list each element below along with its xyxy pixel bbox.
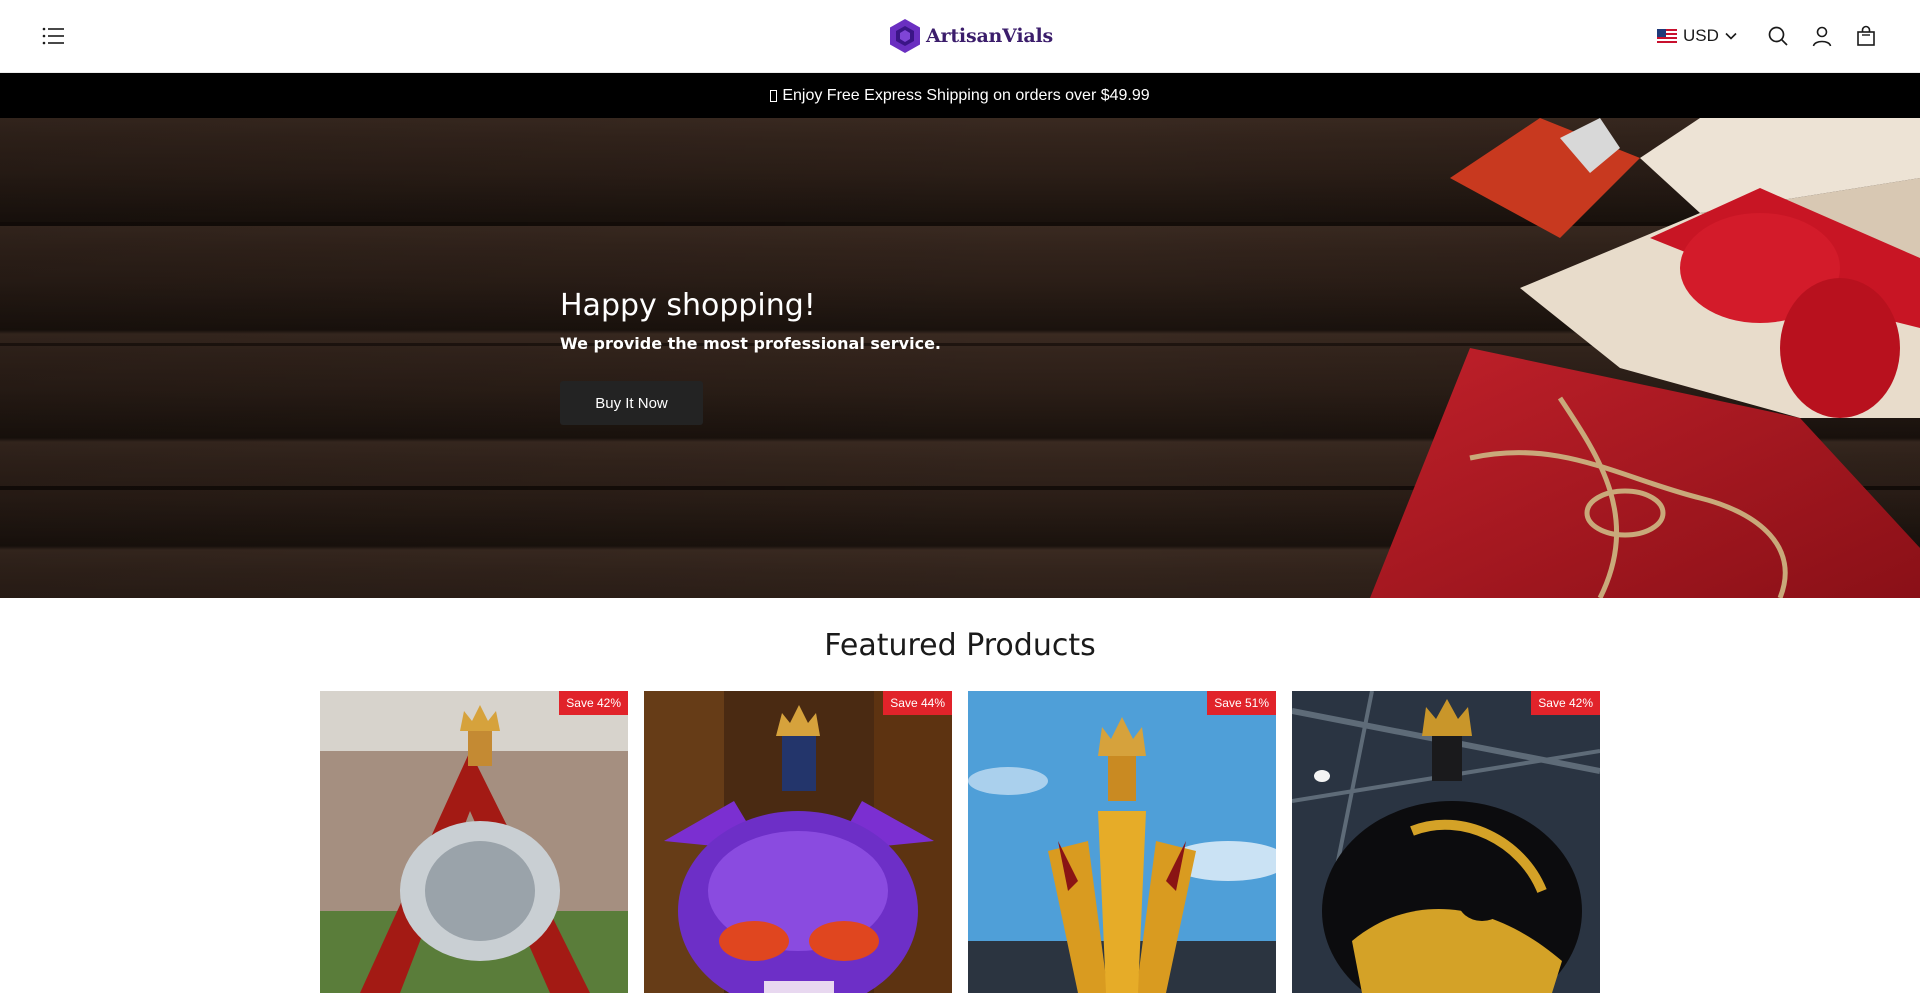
account-icon	[1812, 26, 1832, 47]
save-badge: Save 44%	[883, 691, 952, 715]
search-button[interactable]	[1766, 24, 1790, 48]
save-badge: Save 51%	[1207, 691, 1276, 715]
hero-background-image	[0, 118, 1920, 598]
menu-icon	[42, 27, 64, 45]
menu-button[interactable]	[40, 24, 68, 48]
account-button[interactable]	[1810, 24, 1834, 48]
announcement-bar: Enjoy Free Express Shipping on orders ov…	[0, 73, 1920, 118]
chevron-down-icon	[1725, 32, 1737, 40]
product-card[interactable]: Save 42%	[1292, 691, 1600, 993]
save-badge: Save 42%	[559, 691, 628, 715]
product-card[interactable]: Save 51%	[968, 691, 1276, 993]
product-image	[644, 691, 952, 993]
product-grid: Save 42% Save 44% Save 51% Save 42%	[320, 691, 1600, 993]
search-icon	[1768, 26, 1788, 46]
product-image	[320, 691, 628, 993]
product-card[interactable]: Save 42%	[320, 691, 628, 993]
missing-glyph-icon	[770, 89, 778, 102]
product-image	[968, 691, 1276, 993]
cart-icon	[1857, 25, 1875, 46]
buy-it-now-button[interactable]: Buy It Now	[560, 381, 703, 425]
product-image	[1292, 691, 1600, 993]
save-badge: Save 42%	[1531, 691, 1600, 715]
cart-button[interactable]	[1854, 24, 1878, 48]
logo-text: ArtisanVials	[926, 25, 1054, 47]
logo[interactable]: ArtisanVials	[888, 17, 1053, 55]
currency-code: USD	[1683, 26, 1719, 45]
product-card[interactable]: Save 44%	[644, 691, 952, 993]
featured-products-title: Featured Products	[824, 628, 1096, 663]
currency-selector[interactable]: USD	[1657, 24, 1737, 48]
announcement-text: Enjoy Free Express Shipping on orders ov…	[782, 86, 1150, 104]
hero-banner: Happy shopping! We provide the most prof…	[0, 118, 1920, 598]
us-flag-icon	[1657, 29, 1677, 43]
hero-subtitle: We provide the most professional service…	[560, 334, 941, 353]
hero-title: Happy shopping!	[560, 288, 816, 323]
site-header: ArtisanVials USD	[0, 0, 1920, 73]
hexagon-logo-icon	[890, 19, 920, 53]
